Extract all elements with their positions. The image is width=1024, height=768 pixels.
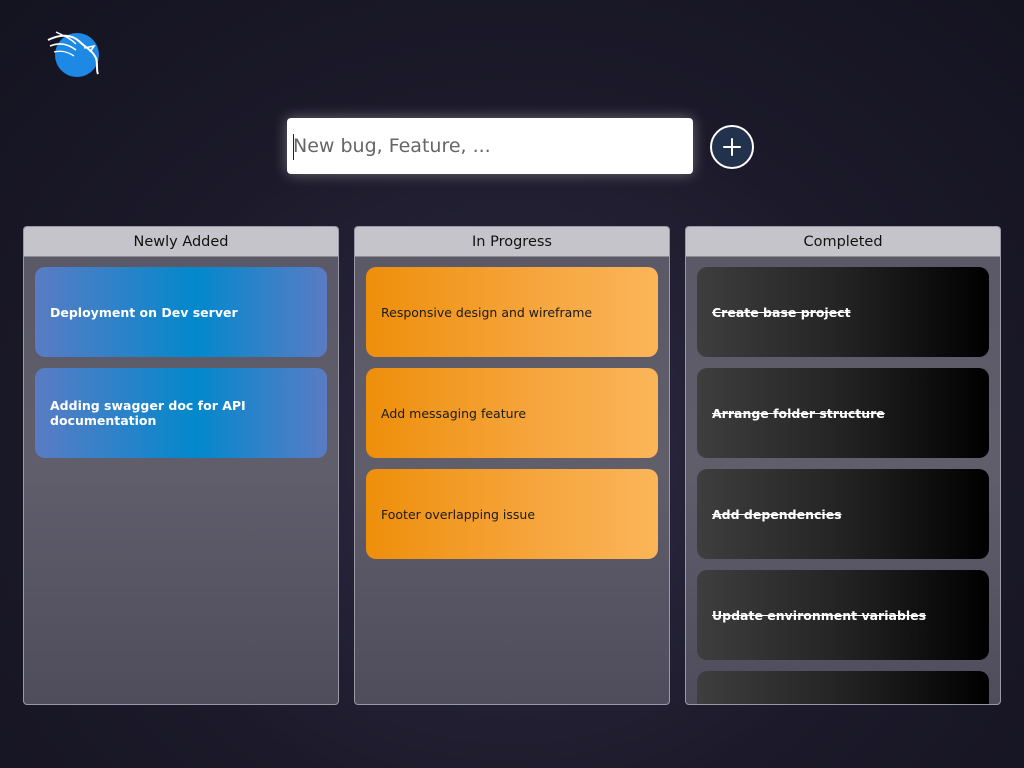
task-card[interactable]: Add dependencies — [697, 469, 989, 559]
column-title: In Progress — [355, 227, 669, 257]
column-title: Newly Added — [24, 227, 338, 257]
task-card[interactable]: Footer overlapping issue — [366, 469, 658, 559]
new-item-input[interactable] — [287, 118, 693, 174]
add-item-button[interactable] — [710, 125, 754, 169]
new-item-input-container — [287, 118, 693, 174]
column-in-progress: In Progress Responsive design and wirefr… — [354, 226, 670, 705]
column-completed: Completed Create base project Arrange fo… — [685, 226, 1001, 705]
task-card[interactable]: Add messaging feature — [366, 368, 658, 458]
task-card[interactable]: Responsive design and wireframe — [366, 267, 658, 357]
column-list: Responsive design and wireframe Add mess… — [355, 257, 669, 559]
task-card[interactable]: Arrange folder structure — [697, 368, 989, 458]
task-card[interactable]: Adding swagger doc for API documentation — [35, 368, 327, 458]
column-title: Completed — [686, 227, 1000, 257]
task-card[interactable] — [697, 671, 989, 704]
dragon-logo-icon — [46, 28, 102, 78]
task-card[interactable]: Update environment variables — [697, 570, 989, 660]
column-list: Deployment on Dev server Adding swagger … — [24, 257, 338, 458]
task-card[interactable]: Create base project — [697, 267, 989, 357]
task-card[interactable]: Deployment on Dev server — [35, 267, 327, 357]
column-list: Create base project Arrange folder struc… — [686, 257, 1000, 704]
text-caret — [293, 134, 294, 160]
plus-icon — [723, 138, 741, 156]
column-newly-added: Newly Added Deployment on Dev server Add… — [23, 226, 339, 705]
